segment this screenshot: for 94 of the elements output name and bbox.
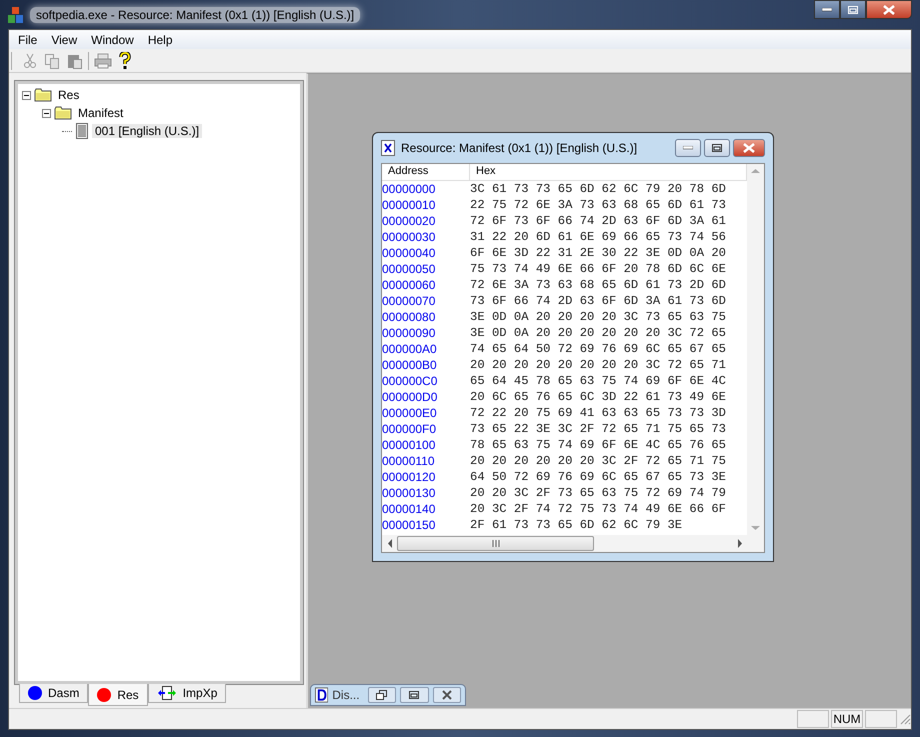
address-cell-text: 00000090 — [382, 326, 436, 340]
address-cell-text: 00000070 — [382, 294, 436, 308]
maximize-icon — [409, 691, 420, 699]
scroll-left-icon[interactable] — [387, 539, 393, 548]
hex-cell: 20 20 20 20 20 20 3C 2F 72 65 71 75 — [470, 454, 726, 468]
hex-cell: 65 64 45 78 65 63 75 74 69 6F 6E 4C — [470, 374, 726, 388]
tree-item[interactable]: Manifest — [75, 106, 126, 120]
menu-item[interactable]: File — [11, 32, 44, 46]
minimize-icon — [822, 8, 832, 12]
restore-icon — [376, 690, 388, 700]
collapse-icon[interactable] — [42, 108, 51, 118]
minimized-window[interactable]: Dis... — [310, 684, 466, 706]
address-cell-text: 00000130 — [382, 486, 436, 500]
close-icon — [442, 690, 452, 700]
restore-button[interactable] — [368, 687, 396, 703]
status-pane — [797, 710, 829, 728]
address-cell-text: 000000D0 — [382, 390, 438, 404]
app-icon — [8, 6, 24, 22]
hex-cell: 74 65 64 50 72 69 76 69 6C 65 67 65 — [470, 342, 726, 356]
hex-cell: 2F 61 73 73 65 6D 62 6C 79 3E — [470, 518, 682, 532]
hex-cell: 20 20 3C 2F 73 65 63 75 72 69 74 79 — [470, 486, 726, 500]
panel-tab[interactable]: Res — [88, 684, 148, 706]
address-cell-text: 00000140 — [382, 502, 436, 516]
document-icon — [381, 140, 395, 156]
maximize-button[interactable] — [840, 0, 866, 19]
address-cell-text: 00000010 — [382, 198, 436, 212]
address-cell-text: 000000C0 — [382, 374, 438, 388]
folder-icon — [54, 106, 72, 120]
hex-cell: 72 22 20 75 69 41 63 63 65 73 73 3D — [470, 406, 726, 420]
document-icon — [315, 687, 328, 703]
hex-cell: 3E 0D 0A 20 20 20 20 3C 73 65 63 75 — [470, 310, 726, 324]
hex-cell: 20 3C 2F 74 72 75 73 74 49 6E 66 6F — [470, 502, 726, 516]
close-button[interactable] — [866, 0, 912, 19]
arrows-icon — [156, 686, 177, 700]
hex-cell: 64 50 72 69 76 69 6C 65 67 65 73 3E — [470, 470, 726, 484]
window-title: Dis... — [332, 688, 360, 702]
status-indicator: NUM — [831, 710, 863, 728]
maximize-icon — [848, 6, 858, 14]
maximize-button[interactable] — [400, 687, 429, 703]
hex-cell: 22 75 72 6E 3A 73 63 68 65 6D 61 73 — [470, 198, 726, 212]
scrollbar-thumb[interactable] — [397, 536, 594, 551]
menu-item[interactable]: Window — [84, 32, 141, 46]
window-title: softpedia.exe - Resource: Manifest (0x1 (1)) [English (U.S.)] — [30, 6, 360, 22]
address-cell-text: 00000060 — [382, 278, 436, 292]
scroll-right-icon[interactable] — [737, 539, 743, 548]
hex-cell: 6F 6E 3D 22 31 2E 30 22 3E 0D 0A 20 — [470, 246, 726, 260]
help-icon[interactable] — [117, 50, 133, 70]
hex-cell: 72 6F 73 6F 66 74 2D 63 6F 6D 3A 61 — [470, 214, 726, 228]
address-cell-text: 000000E0 — [382, 406, 438, 420]
hex-cell: 73 65 22 3E 3C 2F 72 65 71 75 65 73 — [470, 422, 726, 436]
close-button[interactable] — [432, 687, 461, 703]
grip-icon — [492, 540, 500, 547]
minimize-icon — [683, 146, 693, 150]
close-icon — [883, 4, 895, 14]
address-cell-text: 00000100 — [382, 438, 436, 452]
horizontal-scrollbar[interactable] — [382, 535, 764, 552]
maximize-icon — [712, 144, 722, 152]
hex-cell: 31 22 20 6D 61 6E 69 66 65 73 74 56 — [470, 230, 726, 244]
address-cell-text: 00000050 — [382, 262, 436, 276]
tree-item[interactable]: 001 [English (U.S.)] — [92, 124, 202, 138]
hex-cell: 73 6F 66 74 2D 63 6F 6D 3A 61 73 6D — [470, 294, 726, 308]
document-icon — [75, 123, 89, 139]
panel-tab[interactable]: ImpXp — [148, 684, 226, 703]
address-cell-text: 00000040 — [382, 246, 436, 260]
address-cell-text: 00000120 — [382, 470, 436, 484]
hex-cell: 20 20 20 20 20 20 20 20 3C 72 65 71 — [470, 358, 726, 372]
minimize-button[interactable] — [814, 0, 840, 19]
panel-tab[interactable]: Dasm — [19, 684, 88, 703]
collapse-icon[interactable] — [22, 90, 31, 100]
address-cell-text: 00000150 — [382, 518, 436, 532]
resize-grip-icon[interactable] — [899, 713, 911, 725]
address-cell-text: 00000110 — [382, 454, 436, 468]
address-cell-text: 00000080 — [382, 310, 436, 324]
column-header[interactable]: Address — [382, 164, 470, 180]
status-pane — [865, 710, 897, 728]
address-cell-text: 000000F0 — [382, 422, 438, 436]
address-cell-text: 00000000 — [382, 182, 436, 196]
hex-cell: 3C 61 73 73 65 6D 62 6C 79 20 78 6D — [470, 182, 726, 196]
hex-cell: 78 65 63 75 74 69 6F 6E 4C 65 76 65 — [470, 438, 726, 452]
hex-cell: 20 6C 65 76 65 6C 3D 22 61 73 49 6E — [470, 390, 726, 404]
address-cell-text: 000000B0 — [382, 358, 438, 372]
address-cell-text: 00000020 — [382, 214, 436, 228]
hex-cell: 75 73 74 49 6E 66 6F 20 78 6D 6C 6E — [470, 262, 726, 276]
close-icon — [743, 143, 755, 153]
menu-item[interactable]: Help — [140, 32, 180, 46]
folder-icon — [34, 88, 52, 102]
menu-item[interactable]: View — [44, 32, 84, 46]
address-cell-text: 000000A0 — [382, 342, 438, 356]
hex-cell: 3E 0D 0A 20 20 20 20 20 20 3C 72 65 — [470, 326, 726, 340]
address-cell-text: 00000030 — [382, 230, 436, 244]
window-title: Resource: Manifest (0x1 (1)) [English (U.S.)] — [401, 141, 638, 155]
tree-item[interactable]: Res — [55, 88, 82, 102]
maximize-button[interactable] — [704, 139, 730, 157]
hex-cell: 72 6E 3A 73 63 68 65 6D 61 73 2D 6D — [470, 278, 726, 292]
